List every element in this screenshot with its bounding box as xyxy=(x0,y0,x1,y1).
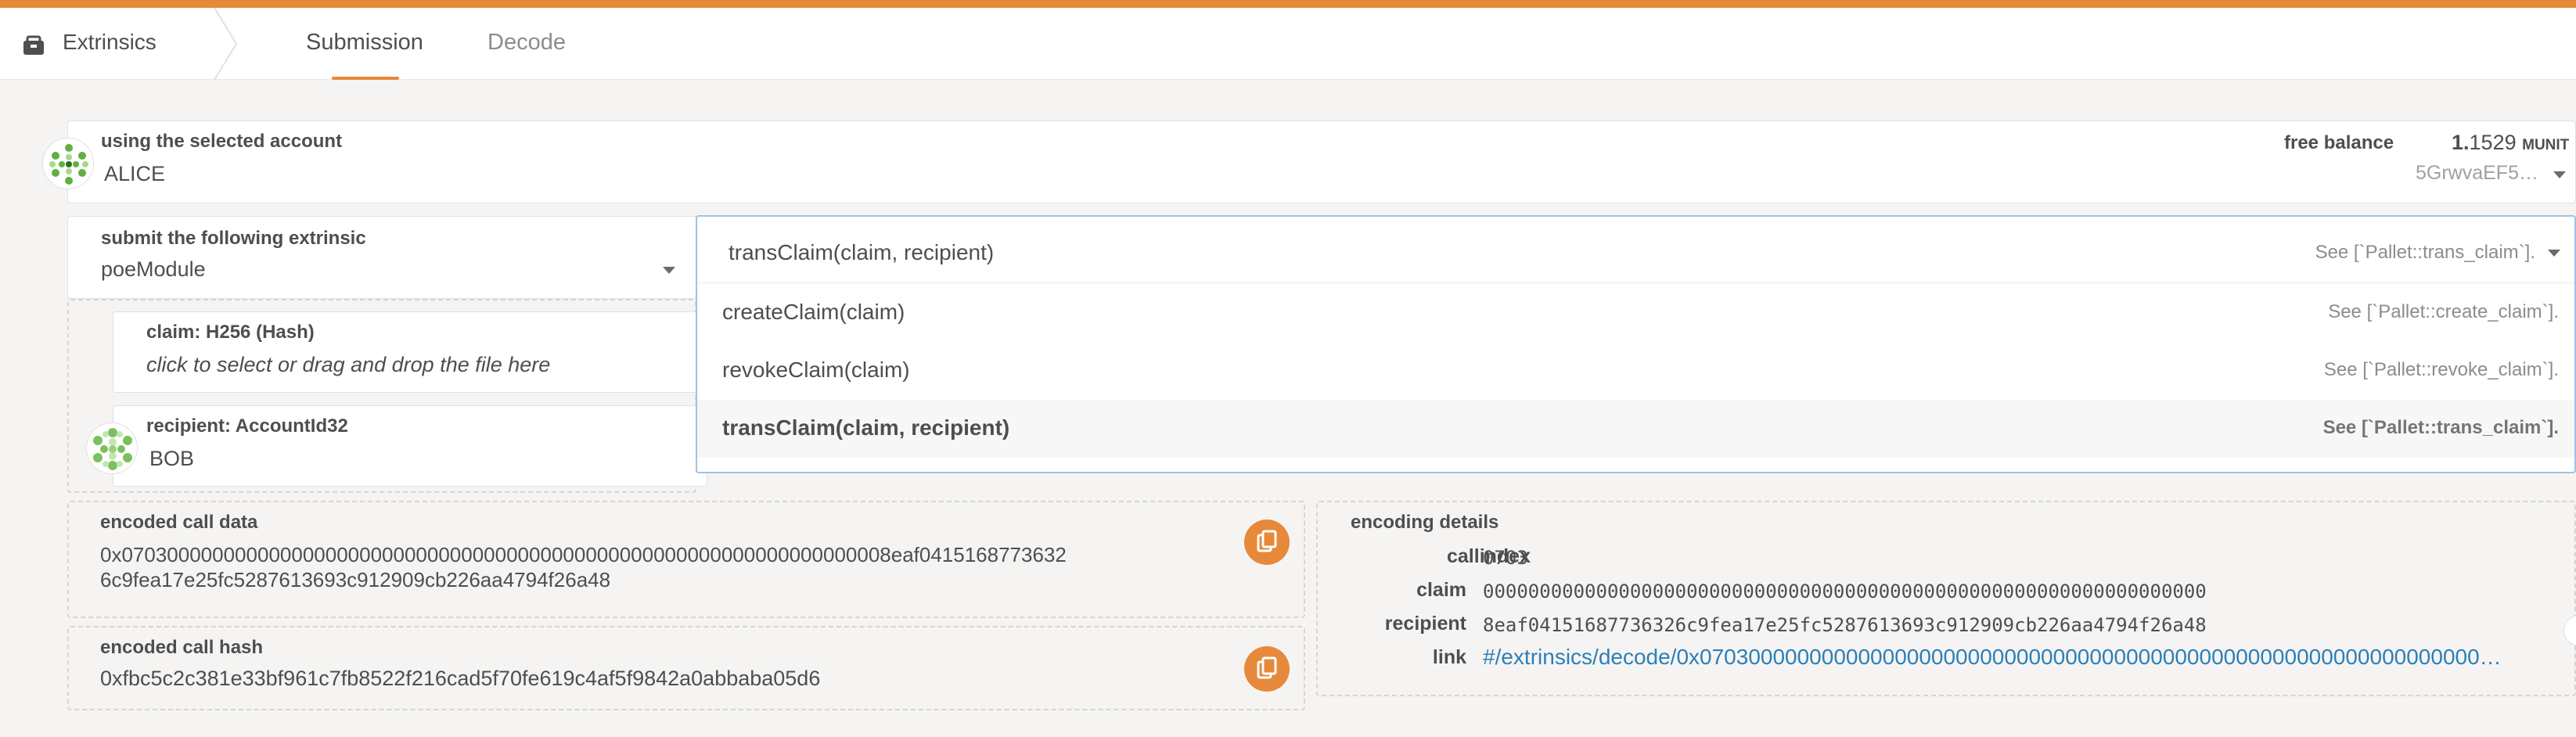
recipient-input[interactable]: recipient: AccountId32 BOB xyxy=(113,405,707,487)
copy-call-data-button[interactable] xyxy=(1244,519,1290,565)
detail-value-callindex: 0703 xyxy=(1483,547,1528,569)
module-dropdown-icon[interactable] xyxy=(663,267,675,274)
dropdown-selected-item[interactable]: transClaim(claim, recipient) See [`Palle… xyxy=(697,225,2574,282)
free-balance-value: 1.1529 MUNIT xyxy=(2452,131,2569,155)
file-drop-placeholder: click to select or drag and drop the fil… xyxy=(146,353,551,376)
method-dropdown-icon[interactable] xyxy=(2548,250,2560,257)
detail-key-link: link xyxy=(1432,646,1466,668)
detail-key-recipient: recipient xyxy=(1384,613,1466,635)
dropdown-option[interactable]: revokeClaim(claim) See [`Pallet::revoke_… xyxy=(697,342,2574,400)
copy-icon xyxy=(1257,656,1277,679)
module-selector[interactable]: submit the following extrinsic poeModule xyxy=(67,216,696,299)
dropdown-option[interactable]: createClaim(claim) See [`Pallet::create_… xyxy=(697,284,2574,342)
account-name: ALICE xyxy=(104,162,166,185)
extrinsic-method-dropdown[interactable]: transClaim(claim, recipient) See [`Palle… xyxy=(696,215,2576,473)
account-selector[interactable]: using the selected account ALICE free ba… xyxy=(67,120,2576,203)
option-doc: See [`Pallet::revoke_claim`]. xyxy=(2323,359,2559,380)
encoded-call-data-line2: 6c9fea17e25fc5287613693c912909cb226aa479… xyxy=(100,568,611,591)
detail-value-recipient: 8eaf04151687736326c9fea17e25fc5287613693… xyxy=(1483,614,2207,636)
balance-decimals: 1529 xyxy=(2469,131,2517,154)
active-tab-indicator xyxy=(332,77,399,80)
encoded-call-hash-label: encoded call hash xyxy=(100,637,264,658)
option-doc: See [`Pallet::create_claim`]. xyxy=(2328,301,2559,322)
recipient-value: BOB xyxy=(149,447,195,470)
copy-call-hash-button[interactable] xyxy=(1244,646,1290,692)
selected-method-name: transClaim(claim, recipient) xyxy=(729,240,995,264)
tab-decode[interactable]: Decode xyxy=(487,30,566,56)
encoded-call-data-label: encoded call data xyxy=(100,512,258,533)
extrinsic-label: submit the following extrinsic xyxy=(101,228,366,249)
claim-input[interactable]: claim: H256 (Hash) click to select or dr… xyxy=(113,311,707,393)
dropdown-divider xyxy=(697,282,2574,283)
top-navigation: Extrinsics Submission Decode xyxy=(0,8,2576,80)
alice-avatar xyxy=(42,138,94,189)
selected-method-doc: See [`Pallet::trans_claim`]. xyxy=(2315,242,2535,263)
free-balance-label: free balance xyxy=(2284,132,2394,153)
section-title: Extrinsics xyxy=(63,30,157,54)
option-name: transClaim(claim, recipient) xyxy=(722,415,1010,440)
detail-key-claim: claim xyxy=(1416,579,1466,601)
account-address: 5GrwvaEF5… xyxy=(2416,162,2538,184)
tab-submission[interactable]: Submission xyxy=(306,30,423,56)
breadcrumb-chevron xyxy=(214,8,238,80)
top-accent-bar xyxy=(0,0,2576,8)
option-doc: See [`Pallet::trans_claim`]. xyxy=(2322,417,2559,438)
detail-value-claim: 0000000000000000000000000000000000000000… xyxy=(1483,581,2207,602)
encoded-call-hash-value: 0xfbc5c2c381e33bf961c7fb8522f216cad5f70f… xyxy=(100,667,821,690)
account-label: using the selected account xyxy=(101,131,343,152)
bob-avatar xyxy=(86,422,138,474)
encoded-call-data-line1: 0x07030000000000000000000000000000000000… xyxy=(100,543,1067,566)
section-header[interactable]: Extrinsics xyxy=(0,8,235,80)
extrinsics-icon xyxy=(23,35,44,55)
account-dropdown-icon[interactable] xyxy=(2553,171,2566,178)
encoding-details-title: encoding details xyxy=(1351,512,1499,533)
decode-link[interactable]: #/extrinsics/decode/0x070300000000000000… xyxy=(1483,645,2502,670)
recipient-label: recipient: AccountId32 xyxy=(146,415,348,437)
module-value: poeModule xyxy=(101,257,206,281)
claim-label: claim: H256 (Hash) xyxy=(146,322,315,343)
balance-integer: 1. xyxy=(2452,131,2470,154)
option-name: createClaim(claim) xyxy=(722,300,905,324)
balance-unit: MUNIT xyxy=(2522,137,2570,153)
copy-icon xyxy=(1257,530,1277,552)
dropdown-option-active[interactable]: transClaim(claim, recipient) See [`Palle… xyxy=(697,400,2574,458)
option-name: revokeClaim(claim) xyxy=(722,358,910,382)
